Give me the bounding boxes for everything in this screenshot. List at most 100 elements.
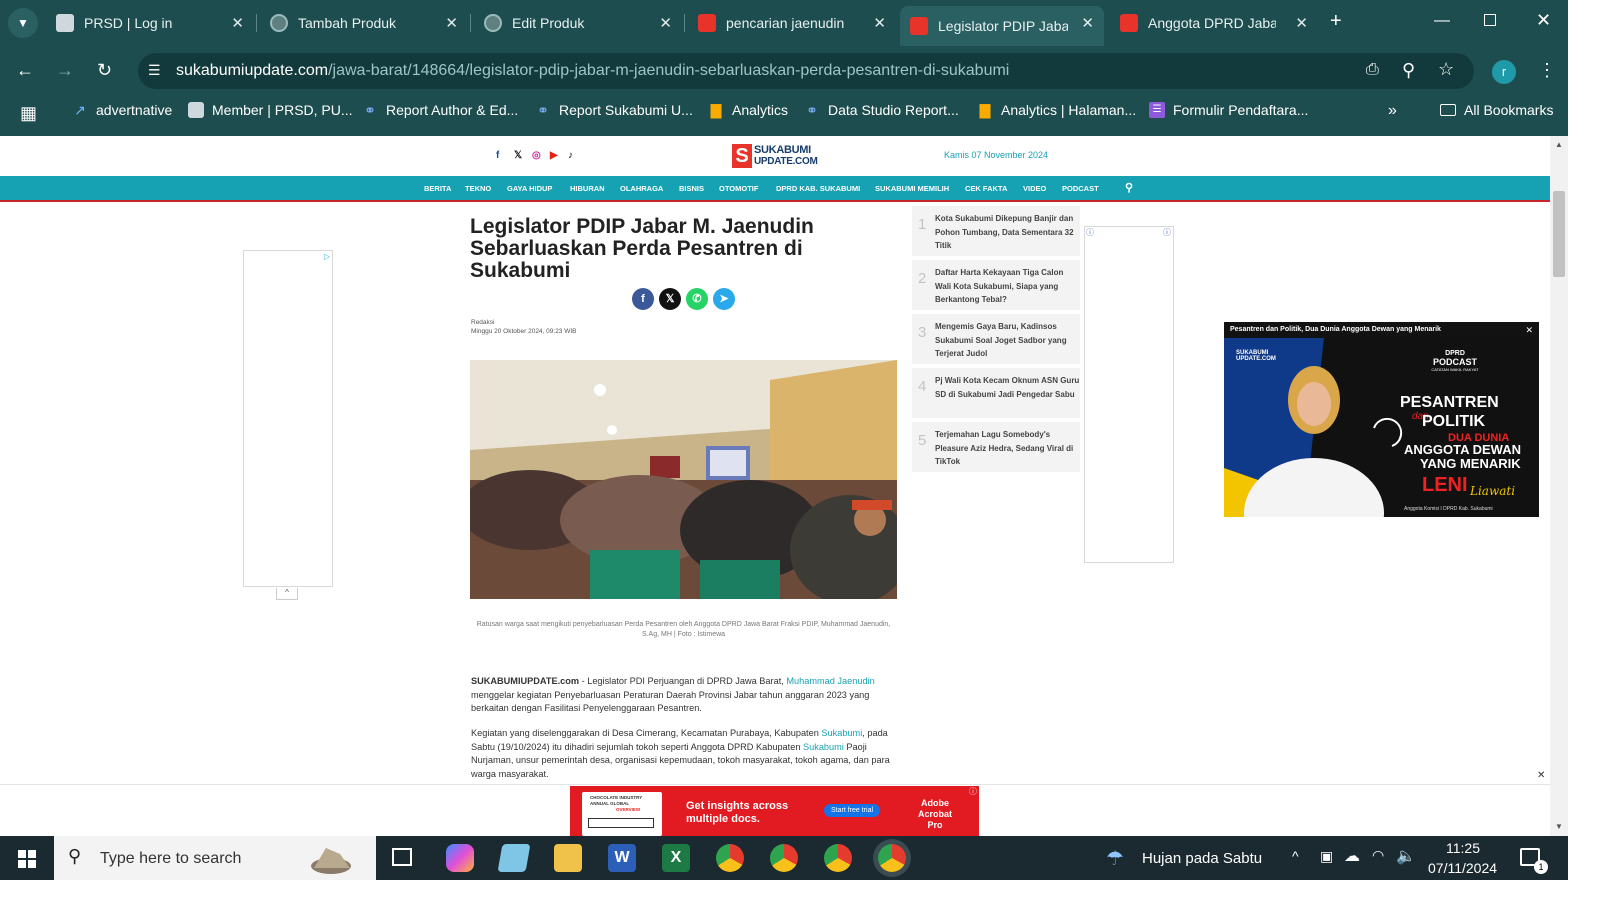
scroll-down-icon[interactable]: ▼ — [1555, 822, 1563, 831]
close-window-icon[interactable]: ✕ — [1536, 10, 1551, 31]
nav-otomotif[interactable]: OTOMOTIF — [719, 184, 758, 193]
excel-icon[interactable]: X — [662, 844, 690, 872]
tab-search-button[interactable]: ▼ — [8, 8, 38, 38]
nav-berita[interactable]: BERITA — [424, 184, 451, 193]
nav-hiburan[interactable]: HIBURAN — [570, 184, 605, 193]
adobe-ad-banner[interactable]: CHOCOLATE INDUSTRY ANNUAL GLOBAL OVERVIE… — [570, 786, 979, 836]
ad-close-icon[interactable]: ⓘ — [1163, 227, 1171, 238]
nav-cek-fakta[interactable]: CEK FAKTA — [965, 184, 1007, 193]
tab-edit-produk[interactable]: Edit Produk ✕ — [476, 0, 682, 46]
notepad-icon[interactable] — [497, 844, 531, 872]
share-whatsapp-icon[interactable]: ✆ — [686, 288, 708, 310]
link-muhammad-jaenudin[interactable]: Muhammad Jaenudin — [786, 676, 874, 686]
instagram-icon[interactable]: ◎ — [532, 150, 541, 161]
search-icon[interactable]: ⚲ — [1125, 181, 1133, 194]
site-logo[interactable]: S SUKABUMI UPDATE.COM — [732, 142, 820, 170]
nav-dprd[interactable]: DPRD KAB. SUKABUMI — [776, 184, 860, 193]
adchoices-icon[interactable]: ⓘ — [969, 786, 977, 797]
nav-gaya-hidup[interactable]: GAYA HIDUP — [507, 184, 552, 193]
wifi-icon[interactable]: ◠ — [1372, 847, 1384, 864]
link-sukabumi[interactable]: Sukabumi — [803, 742, 844, 752]
bookmark-report-author[interactable]: ⚭ Report Author & Ed... — [362, 102, 518, 118]
share-facebook-icon[interactable]: f — [632, 288, 654, 310]
tab-tambah-produk[interactable]: Tambah Produk ✕ — [262, 0, 468, 46]
chrome-profile-icon[interactable] — [770, 844, 798, 872]
facebook-icon[interactable]: f — [496, 150, 499, 161]
word-icon[interactable]: W — [608, 844, 636, 872]
bookmark-data-studio[interactable]: ⚭ Data Studio Report... — [804, 102, 959, 118]
adchoices-icon[interactable]: ⓘ — [1086, 227, 1094, 238]
file-explorer-icon[interactable] — [554, 844, 582, 872]
bookmark-analytics[interactable]: ▇ Analytics — [708, 102, 788, 118]
reload-icon[interactable]: ↻ — [97, 60, 112, 81]
close-icon[interactable]: ✕ — [231, 14, 244, 32]
onedrive-icon[interactable]: ☁ — [1344, 846, 1360, 866]
bookmark-report-sukabumi[interactable]: ⚭ Report Sukabumi U... — [535, 102, 693, 118]
share-x-icon[interactable]: 𝕏 — [659, 288, 681, 310]
zoom-icon[interactable]: ⚲ — [1402, 60, 1415, 81]
right-ad-slot[interactable]: ⓘ ⓘ — [1084, 226, 1174, 563]
minimize-icon[interactable]: — — [1434, 12, 1450, 30]
task-view-icon[interactable] — [392, 848, 412, 866]
all-bookmarks[interactable]: All Bookmarks — [1440, 102, 1553, 118]
weather-icon[interactable]: ☂ — [1106, 846, 1124, 871]
clock-date[interactable]: 07/11/2024 — [1428, 860, 1497, 876]
tab-anggota-dprd[interactable]: Anggota DPRD Jabar F ✕ — [1112, 0, 1318, 46]
back-icon[interactable]: ← — [16, 60, 34, 81]
clock-time[interactable]: 11:25 — [1446, 840, 1480, 856]
address-bar[interactable]: ☰ sukabumiupdate.com/jawa-barat/148664/l… — [138, 53, 1474, 89]
bookmark-analytics-halaman[interactable]: ▇ Analytics | Halaman... — [977, 102, 1137, 118]
nav-video[interactable]: VIDEO — [1023, 184, 1046, 193]
apps-icon[interactable]: ▦ — [20, 103, 37, 124]
sticky-ad-close-icon[interactable]: ✕ — [1537, 770, 1545, 781]
restore-icon[interactable] — [1484, 14, 1496, 26]
tiktok-icon[interactable]: ♪ — [568, 150, 573, 161]
trending-item[interactable]: 2 Daftar Harta Kekayaan Tiga Calon Wali … — [912, 260, 1080, 310]
volume-icon[interactable]: 🔈 — [1396, 846, 1416, 866]
chrome-active-icon[interactable] — [878, 844, 906, 872]
windows-start-icon[interactable] — [18, 850, 36, 868]
close-icon[interactable]: ✕ — [873, 14, 886, 32]
nav-olahraga[interactable]: OLAHRAGA — [620, 184, 663, 193]
star-icon[interactable]: ☆ — [1438, 59, 1454, 80]
bookmark-member-prsd[interactable]: Member | PRSD, PU... — [188, 102, 353, 118]
scrollbar-thumb[interactable] — [1553, 191, 1565, 277]
tab-legislator-pdip[interactable]: Legislator PDIP Jabar M ✕ — [900, 6, 1104, 46]
close-icon[interactable]: ✕ — [659, 14, 672, 32]
trending-item[interactable]: 3 Mengemis Gaya Baru, Kadinsos Sukabumi … — [912, 314, 1080, 364]
trending-item[interactable]: 5 Terjemahan Lagu Somebody's Pleasure Az… — [912, 422, 1080, 472]
close-icon[interactable]: ✕ — [1295, 14, 1308, 32]
new-tab-button[interactable]: + — [1330, 10, 1342, 33]
x-icon[interactable]: 𝕏 — [514, 150, 522, 161]
youtube-icon[interactable]: ▶ — [550, 150, 558, 161]
popup-close-icon[interactable]: ✕ — [1525, 325, 1533, 336]
copilot-icon[interactable] — [446, 844, 474, 872]
start-free-trial-button[interactable]: Start free trial — [824, 804, 881, 817]
weather-text[interactable]: Hujan pada Sabtu — [1142, 850, 1262, 867]
trending-item[interactable]: 1 Kota Sukabumi Dikepung Banjir dan Poho… — [912, 206, 1080, 256]
chrome-icon[interactable] — [716, 844, 744, 872]
forward-icon[interactable]: → — [56, 60, 74, 81]
bookmarks-overflow-icon[interactable]: » — [1388, 102, 1397, 120]
profile-avatar[interactable]: r — [1492, 60, 1516, 84]
tab-pencarian-jaenudin[interactable]: pencarian jaenudin ✕ — [690, 0, 896, 46]
left-ad-slot[interactable]: ▷ — [243, 250, 333, 587]
trending-item[interactable]: 4 Pj Wali Kota Kecam Oknum ASN Guru SD d… — [912, 368, 1080, 418]
close-icon[interactable]: ✕ — [445, 14, 458, 32]
share-telegram-icon[interactable]: ➤ — [713, 288, 735, 310]
tab-prsd-login[interactable]: PRSD | Log in ✕ — [48, 0, 254, 46]
meet-icon[interactable]: ▣ — [1320, 848, 1333, 865]
nav-podcast[interactable]: PODCAST — [1062, 184, 1099, 193]
nav-sukabumi-memilih[interactable]: SUKABUMI MEMILIH — [875, 184, 949, 193]
site-info-icon[interactable]: ☰ — [148, 62, 161, 79]
bookmark-formulir[interactable]: ☰ Formulir Pendaftara... — [1149, 102, 1308, 118]
page-scrollbar[interactable]: ▲ ▼ — [1550, 136, 1568, 836]
install-app-icon[interactable]: ⎙ — [1366, 61, 1379, 79]
chrome-profile-icon[interactable] — [824, 844, 852, 872]
bookmark-advertnative[interactable]: ↗ advertnative — [72, 102, 172, 118]
podcast-popup[interactable]: Pesantren dan Politik, Dua Dunia Anggota… — [1224, 322, 1539, 517]
collapse-ad-button[interactable]: ^ — [276, 588, 298, 600]
tray-overflow-icon[interactable]: ^ — [1292, 848, 1299, 864]
article-author[interactable]: Redaksi — [471, 319, 494, 326]
url-text[interactable]: sukabumiupdate.com/jawa-barat/148664/leg… — [176, 62, 1009, 80]
